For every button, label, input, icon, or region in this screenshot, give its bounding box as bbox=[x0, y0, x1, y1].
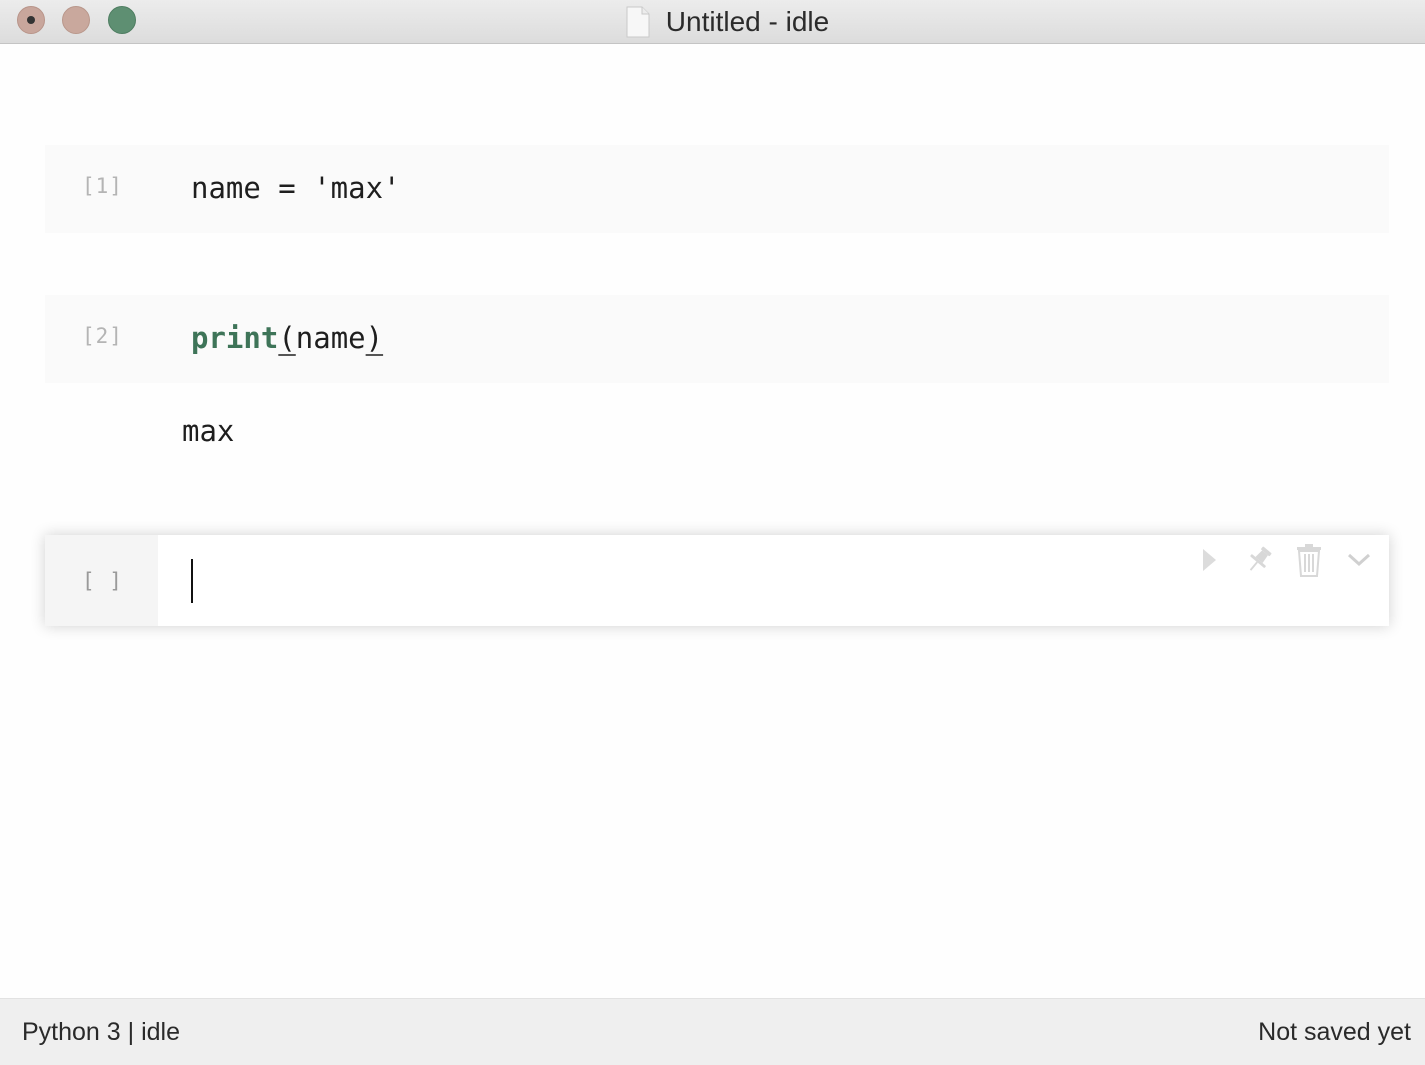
cell-prompt: [ ] bbox=[82, 569, 123, 593]
document-icon bbox=[626, 6, 650, 37]
title-bar: Untitled - idle bbox=[0, 0, 1425, 44]
zoom-window-button[interactable] bbox=[108, 6, 136, 34]
pin-icon bbox=[1249, 546, 1272, 571]
cell-prompt: [2] bbox=[82, 324, 123, 348]
code-close-paren: ) bbox=[365, 321, 384, 355]
delete-cell-button[interactable] bbox=[1293, 543, 1325, 577]
cell-toolbar bbox=[1193, 543, 1375, 577]
kernel-status[interactable]: Python 3 | idle bbox=[22, 1018, 180, 1047]
text-cursor bbox=[191, 559, 193, 603]
code-argument: name bbox=[295, 321, 366, 355]
more-cell-options-button[interactable] bbox=[1343, 543, 1375, 577]
code-cell-1[interactable]: [1] name = 'max' bbox=[45, 145, 1389, 233]
save-status: Not saved yet bbox=[1258, 1018, 1411, 1046]
code-keyword: print bbox=[191, 321, 279, 355]
play-icon bbox=[1203, 549, 1216, 571]
notebook-window: Untitled - idle [1] name = 'max' [2] pri… bbox=[0, 0, 1425, 1065]
code-open-paren: ( bbox=[278, 321, 296, 355]
cell-code[interactable]: print(name) bbox=[191, 321, 383, 355]
cell-prompt: [1] bbox=[82, 174, 123, 198]
status-bar: Python 3 | idle Not saved yet bbox=[0, 998, 1425, 1065]
cell-output: max bbox=[182, 414, 235, 448]
chevron-down-icon bbox=[1347, 553, 1371, 567]
pin-cell-button[interactable] bbox=[1243, 543, 1275, 577]
window-title: Untitled - idle bbox=[665, 5, 830, 37]
minimize-window-button[interactable] bbox=[62, 6, 90, 34]
run-cell-button[interactable] bbox=[1193, 543, 1225, 577]
trash-icon bbox=[1297, 544, 1321, 577]
code-cell-2[interactable]: [2] print(name) bbox=[45, 295, 1389, 383]
close-window-button[interactable] bbox=[17, 6, 45, 34]
active-code-cell[interactable]: [ ] bbox=[45, 535, 1389, 626]
cell-code[interactable]: name = 'max' bbox=[191, 171, 401, 205]
